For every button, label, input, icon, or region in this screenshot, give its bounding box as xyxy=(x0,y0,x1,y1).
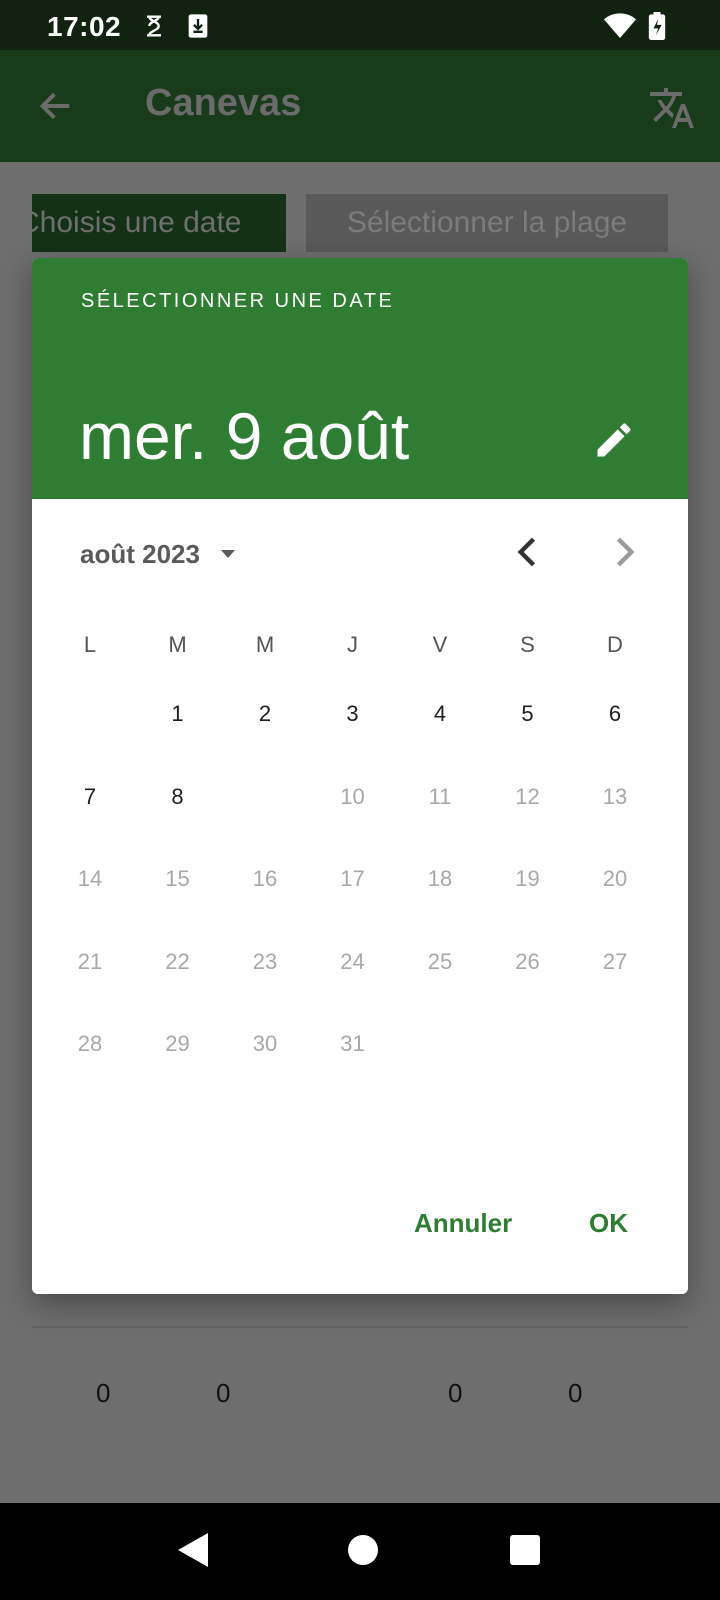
day-cell: 14 xyxy=(77,866,103,891)
date-picker-dialog: SÉLECTIONNER UNE DATE mer. 9 août août 2… xyxy=(32,258,688,1294)
translate-icon[interactable] xyxy=(648,84,696,132)
select-range-tab: Sélectionner la plage xyxy=(306,194,668,252)
day-cell[interactable]: 2 xyxy=(225,674,305,754)
value-cell: 0 xyxy=(96,1378,111,1408)
weekday-label: D xyxy=(607,632,623,657)
status-time: 17:02 xyxy=(47,11,122,42)
divider xyxy=(32,1326,688,1328)
back-triangle-icon[interactable] xyxy=(176,1531,210,1569)
day-cell: 16 xyxy=(252,866,278,891)
day-cell: 20 xyxy=(602,866,628,891)
selected-day-cell[interactable]: 9 xyxy=(225,756,305,837)
weekday-label: V xyxy=(432,632,448,657)
month-year-selector[interactable]: août 2023 xyxy=(80,534,240,574)
value-cell: 0 xyxy=(216,1378,231,1408)
day-cell[interactable]: 6 xyxy=(575,674,655,754)
day-cell[interactable]: 5 xyxy=(488,674,568,754)
dialog-subtitle: SÉLECTIONNER UNE DATE xyxy=(81,290,395,312)
weekday-label: L xyxy=(83,632,97,657)
day-cell: 23 xyxy=(252,948,278,974)
day-cell: 19 xyxy=(515,866,540,891)
day-cell: 18 xyxy=(427,866,453,891)
value-cell: 0 xyxy=(448,1378,463,1408)
day-cell: 12 xyxy=(515,783,540,809)
day-cell: 25 xyxy=(427,948,453,974)
day-cell[interactable]: 7 xyxy=(50,757,130,837)
day-cell: 22 xyxy=(165,948,190,974)
day-cell: 26 xyxy=(515,948,540,974)
day-cell[interactable]: 1 xyxy=(138,674,218,754)
wifi-icon xyxy=(604,13,636,39)
day-cell: 30 xyxy=(252,1031,278,1056)
weekday-label: M xyxy=(168,632,187,657)
selected-date-heading: mer. 9 août xyxy=(79,399,410,473)
day-cell: 21 xyxy=(77,948,103,974)
day-cell: 31 xyxy=(340,1031,365,1056)
day-cell: 13 xyxy=(602,783,628,809)
day-cell: 10 xyxy=(340,783,365,809)
day-cell: 15 xyxy=(165,866,190,891)
download-icon xyxy=(188,14,208,38)
navigation-bar xyxy=(0,1503,720,1600)
weekday-label: J xyxy=(347,632,358,657)
pencil-icon[interactable] xyxy=(592,418,636,462)
notification-icon xyxy=(147,15,161,37)
pick-date-tab: Choisis une date xyxy=(32,194,286,252)
recents-square-icon[interactable] xyxy=(506,1531,544,1569)
page-title: Canevas xyxy=(145,82,302,124)
day-cell: 17 xyxy=(340,866,365,891)
weekday-label: S xyxy=(520,632,535,657)
status-bar: 17:02 xyxy=(0,0,720,50)
day-cell: 24 xyxy=(340,948,365,974)
weekday-label: M xyxy=(255,632,275,657)
day-cell[interactable]: 8 xyxy=(138,757,218,837)
day-cell: 27 xyxy=(602,948,628,974)
cancel-button[interactable]: Annuler xyxy=(414,1208,512,1239)
day-cell: 29 xyxy=(165,1031,190,1056)
month-year-label: août 2023 xyxy=(80,538,200,569)
day-cell[interactable]: 4 xyxy=(400,674,480,754)
day-cell[interactable]: 3 xyxy=(313,674,393,754)
ok-button[interactable]: OK xyxy=(589,1208,628,1239)
day-cell: 28 xyxy=(77,1031,103,1056)
app-bar: Canevas xyxy=(0,50,720,162)
value-cell: 0 xyxy=(568,1378,583,1408)
chevron-right-icon[interactable] xyxy=(602,530,646,574)
arrow-left-icon[interactable] xyxy=(36,86,76,126)
battery-charging-icon xyxy=(648,12,666,40)
day-cell: 11 xyxy=(428,783,452,809)
dropdown-arrow-icon xyxy=(220,550,235,558)
dialog-header: SÉLECTIONNER UNE DATE mer. 9 août xyxy=(32,258,688,499)
chevron-left-icon[interactable] xyxy=(506,530,550,574)
home-circle-icon[interactable] xyxy=(344,1531,382,1569)
